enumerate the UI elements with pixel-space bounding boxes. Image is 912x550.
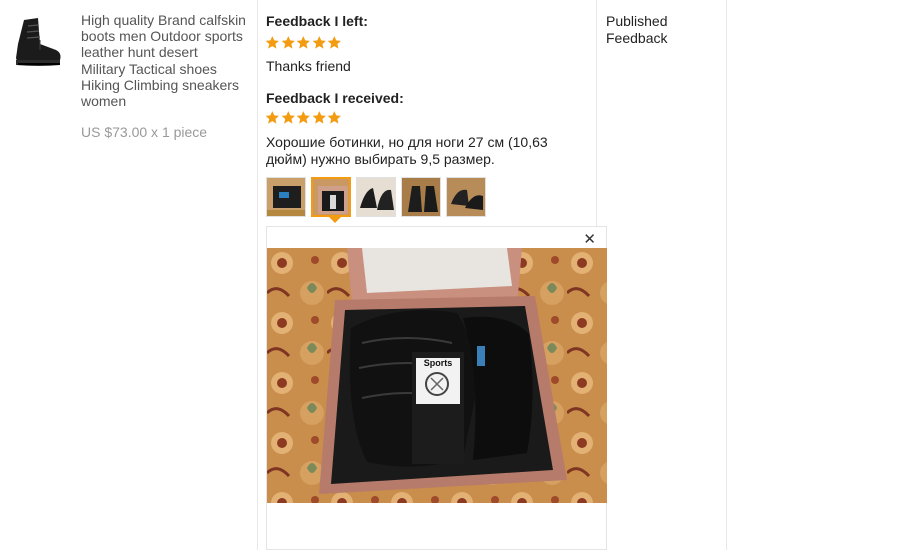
column-divider	[726, 0, 727, 550]
feedback-status: Published Feedback	[606, 13, 668, 46]
feedback-status-line: Published	[606, 13, 668, 29]
feedback-status-line: Feedback	[606, 29, 668, 46]
product-title-line: Hiking Climbing sneakers	[81, 76, 239, 93]
star-icon	[265, 111, 279, 124]
close-icon[interactable]: ✕	[583, 231, 596, 249]
column-divider	[257, 0, 258, 550]
product-price: US $73.00 x 1 piece	[81, 124, 208, 140]
photo-thumbnail-3[interactable]	[356, 177, 396, 217]
feedback-received-text: Хорошие ботинки, но для ноги 27 см (10,6…	[266, 134, 548, 167]
feedback-left-label: Feedback I left:	[266, 13, 368, 29]
photo-thumbnail-2[interactable]	[311, 177, 351, 217]
boot-icon	[16, 18, 61, 66]
star-icon	[281, 36, 295, 49]
star-icon	[312, 111, 326, 124]
star-icon	[312, 36, 326, 49]
photo-thumbnail-1[interactable]	[266, 177, 306, 217]
star-icon	[265, 36, 279, 49]
product-title-line: boots men Outdoor sports	[81, 28, 243, 45]
star-icon	[281, 111, 295, 124]
photo-thumbnail-5[interactable]	[446, 177, 486, 217]
enlarged-photo[interactable]: Sports	[267, 248, 607, 503]
product-title[interactable]: High quality Brand calfskin boots men Ou…	[81, 12, 253, 109]
product-title-line: women	[81, 93, 127, 110]
photo-thumbnail-4[interactable]	[401, 177, 441, 217]
product-title-line: Military Tactical shoes	[81, 60, 217, 77]
feedback-left-text: Thanks friend	[266, 58, 351, 74]
star-icon	[328, 111, 342, 124]
feedback-left-stars	[265, 35, 342, 52]
feedback-received-text-line: дюйм) нужно выбирать 9,5 размер.	[266, 150, 495, 167]
photo-viewer: ✕ Sports	[266, 226, 607, 550]
feedback-photos	[266, 177, 486, 217]
product-image[interactable]	[10, 14, 66, 70]
product-title-line: High quality Brand calfskin	[81, 12, 246, 28]
star-icon	[296, 111, 311, 124]
product-title-line: leather hunt desert	[81, 44, 198, 61]
feedback-received-stars	[265, 110, 342, 127]
active-photo-pointer	[329, 217, 341, 223]
star-icon	[328, 36, 342, 49]
socks-label: Sports	[424, 358, 453, 368]
feedback-received-text-line: Хорошие ботинки, но для ноги 27 см (10,6…	[266, 134, 548, 150]
feedback-received-label: Feedback I received:	[266, 90, 404, 106]
star-icon	[296, 36, 311, 49]
